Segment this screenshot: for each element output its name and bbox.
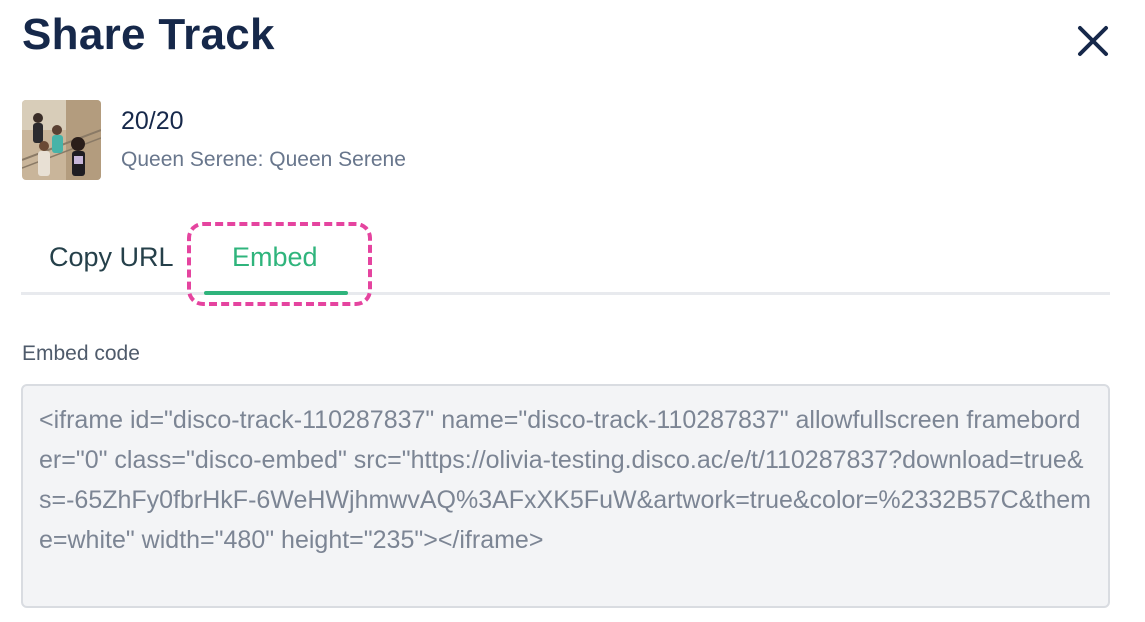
- album-artwork: [22, 100, 101, 180]
- track-title: 20/20: [121, 106, 184, 135]
- embed-code-field[interactable]: <iframe id="disco-track-110287837" name=…: [21, 384, 1110, 608]
- track-info: 20/20 Queen Serene: Queen Serene: [22, 100, 406, 180]
- active-tab-indicator: [204, 291, 348, 295]
- tab-copy-url[interactable]: Copy URL: [49, 242, 174, 273]
- tab-embed[interactable]: Embed: [232, 242, 318, 273]
- close-button[interactable]: [1072, 20, 1114, 62]
- embed-code-label: Embed code: [22, 342, 140, 365]
- dialog-title: Share Track: [22, 10, 275, 59]
- track-subtitle: Queen Serene: Queen Serene: [121, 147, 406, 171]
- close-icon: [1078, 26, 1108, 56]
- share-tabs: Copy URL Embed: [21, 230, 1110, 295]
